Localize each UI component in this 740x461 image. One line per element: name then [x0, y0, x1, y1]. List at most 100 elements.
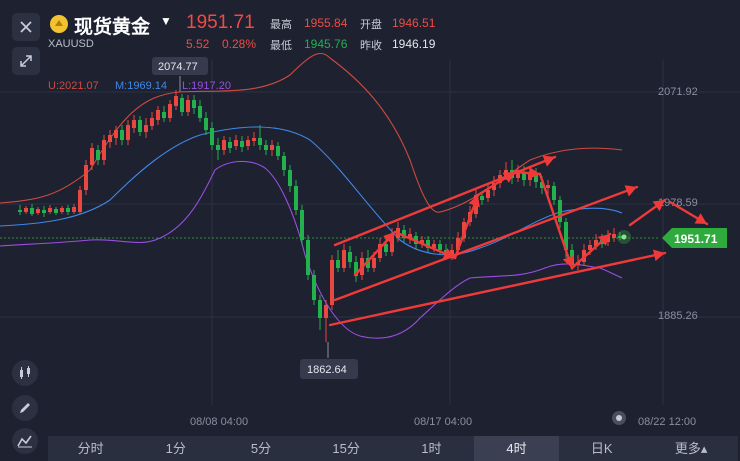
- candle-body: [150, 118, 154, 126]
- expand-button[interactable]: [12, 47, 40, 75]
- candlestick-tool-button[interactable]: [12, 360, 38, 386]
- candle-body: [300, 210, 304, 240]
- lower-band-line: [0, 160, 623, 339]
- instrument-title[interactable]: 现货黄金: [74, 12, 150, 39]
- candlestick-series: [18, 90, 622, 342]
- candle-body: [234, 140, 238, 146]
- candle-body: [90, 148, 94, 165]
- candle-body: [120, 130, 124, 140]
- middle-band-line: [0, 126, 623, 256]
- high-marker-label: 2074.77: [158, 61, 198, 73]
- indicator-tool-button[interactable]: [12, 428, 38, 454]
- open-label: 开盘: [360, 19, 382, 31]
- candle-body: [132, 120, 136, 128]
- close-button[interactable]: [12, 13, 40, 41]
- candle-body: [270, 145, 274, 150]
- pencil-icon: [20, 403, 30, 413]
- low-value: 1945.76: [304, 37, 348, 51]
- open-value: 1946.51: [392, 16, 436, 30]
- candle-body: [48, 208, 52, 212]
- candle-body: [216, 145, 220, 150]
- y-axis-tick: 1885.26: [658, 310, 698, 322]
- tab-1min[interactable]: 1分: [133, 436, 218, 461]
- candle-body: [144, 125, 148, 132]
- candle-body: [162, 112, 166, 118]
- tab-daily[interactable]: 日K: [559, 436, 644, 461]
- candle-body: [114, 130, 118, 138]
- tab-4hour[interactable]: 4时: [473, 436, 560, 461]
- instrument-symbol: XAUUSD: [48, 38, 94, 50]
- candle-body: [138, 120, 142, 132]
- candle-body: [372, 258, 376, 268]
- candle-body: [42, 210, 46, 213]
- candle-body: [348, 252, 352, 262]
- candle-body: [180, 98, 184, 112]
- candle-body: [330, 260, 334, 305]
- tab-15min[interactable]: 15分: [304, 436, 389, 461]
- candle-body: [240, 141, 244, 147]
- candle-body: [78, 190, 82, 212]
- candle-body: [252, 138, 256, 141]
- lower-band-value: L:1917.20: [182, 80, 231, 92]
- candle-body: [18, 210, 22, 212]
- candle-body: [306, 240, 310, 275]
- candle-body: [246, 140, 250, 146]
- candle-body: [126, 125, 130, 140]
- candle-body: [438, 244, 442, 250]
- price-chart[interactable]: 2071.921978.591885.2608/08 04:00 08/17 04…: [0, 0, 740, 461]
- candle-body: [168, 104, 172, 118]
- candle-body: [174, 96, 178, 106]
- candle-body: [186, 100, 190, 112]
- low-marker-label: 1862.64: [307, 364, 347, 376]
- period-tab-bar: 分时 1分 5分 15分 1时 4时 日K 更多▴: [48, 436, 738, 461]
- middle-band-value: M:1969.14: [115, 80, 167, 92]
- tab-more[interactable]: 更多▴: [644, 436, 738, 461]
- y-axis-tick: 2071.92: [658, 86, 698, 98]
- candle-body: [258, 138, 262, 145]
- candle-body: [384, 244, 388, 252]
- candle-body: [30, 208, 34, 214]
- candle-body: [612, 234, 616, 238]
- prevclose-label: 昨收: [360, 40, 382, 52]
- candle-body: [336, 260, 340, 268]
- x-axis-tick: 08/17 04:00: [414, 416, 472, 428]
- candle-body: [558, 200, 562, 222]
- high-label: 最高: [270, 19, 292, 31]
- close-icon: [20, 21, 32, 33]
- candle-body: [546, 185, 550, 188]
- current-price: 1951.71: [186, 12, 255, 33]
- candle-body: [276, 146, 280, 156]
- prevclose-value: 1946.19: [392, 37, 436, 51]
- candle-body: [312, 275, 316, 300]
- candle-body: [486, 190, 490, 198]
- low-label: 最低: [270, 40, 292, 52]
- x-axis-tick: 08/08 04:00: [190, 416, 248, 428]
- candle-body: [102, 140, 106, 160]
- price-change: 5.52: [186, 37, 210, 51]
- upper-band-line: [0, 53, 623, 213]
- tab-1hour[interactable]: 1时: [389, 436, 474, 461]
- bollinger-bands: [0, 53, 623, 339]
- chevron-down-icon[interactable]: ▼: [160, 14, 172, 28]
- current-price-tag-label: 1951.71: [674, 232, 718, 246]
- candle-body: [66, 208, 70, 212]
- record-icon[interactable]: [612, 411, 626, 425]
- candle-body: [156, 110, 160, 120]
- candle-body: [228, 142, 232, 148]
- candlestick-icon: [20, 366, 30, 379]
- candle-body: [210, 128, 214, 145]
- candle-body: [282, 156, 286, 170]
- candle-body: [264, 145, 268, 150]
- candle-body: [84, 165, 88, 190]
- candle-body: [342, 250, 346, 268]
- tab-timeline[interactable]: 分时: [48, 436, 133, 461]
- expand-icon: [20, 55, 32, 67]
- candle-body: [324, 305, 328, 318]
- candle-body: [192, 100, 196, 108]
- upper-band-value: U:2021.07: [48, 80, 99, 92]
- candle-body: [318, 300, 322, 318]
- candle-body: [288, 170, 292, 186]
- draw-tool-button[interactable]: [12, 395, 38, 421]
- price-change-pct: 0.28%: [222, 37, 257, 51]
- tab-5min[interactable]: 5分: [218, 436, 303, 461]
